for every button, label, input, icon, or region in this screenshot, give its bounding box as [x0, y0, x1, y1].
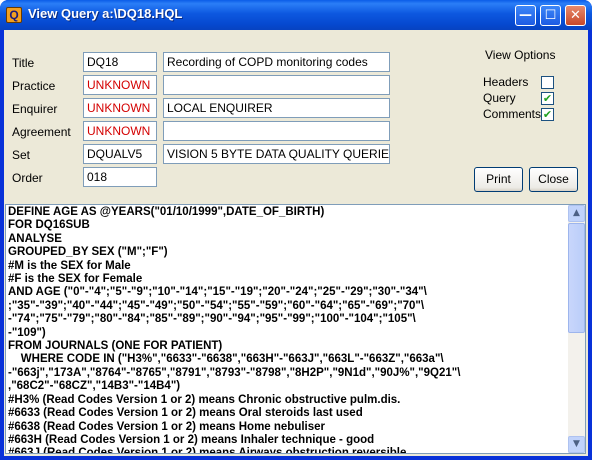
title-description-field[interactable]: Recording of COPD monitoring codes — [163, 52, 390, 72]
query-line: #663H (Read Codes Version 1 or 2) means … — [8, 433, 375, 446]
query-line: FROM JOURNALS (ONE FOR PATIENT) — [8, 340, 223, 353]
query-checkbox[interactable]: ✔ — [541, 92, 554, 105]
agreement-code-field[interactable]: UNKNOWN — [83, 121, 157, 141]
headers-checkbox[interactable] — [541, 76, 554, 89]
query-text: DEFINE AGE AS @YEARS("01/10/1999",DATE_O… — [8, 206, 564, 454]
scroll-down-icon[interactable]: ▼ — [568, 436, 585, 453]
view-options-heading: View Options — [485, 48, 556, 62]
scroll-up-icon[interactable]: ▲ — [568, 205, 585, 222]
maximize-button[interactable]: ☐ — [540, 5, 561, 26]
minimize-button[interactable]: — — [515, 5, 536, 26]
query-text-area[interactable]: DEFINE AGE AS @YEARS("01/10/1999",DATE_O… — [5, 204, 586, 454]
set-label: Set — [12, 148, 31, 162]
agreement-description-field[interactable] — [163, 121, 390, 141]
query-line: DEFINE AGE AS @YEARS("01/10/1999",DATE_O… — [8, 206, 325, 218]
query-line: WHERE CODE IN ("H3%","6633"-"6638","663H… — [8, 353, 444, 366]
query-line: #M is the SEX for Male — [8, 259, 131, 272]
set-description-field[interactable]: VISION 5 BYTE DATA QUALITY QUERIES — [163, 144, 390, 164]
query-option-label: Query — [483, 91, 516, 105]
query-line: ANALYSE — [8, 232, 62, 245]
query-line: #663J (Read Codes Version 1 or 2) means … — [8, 447, 407, 454]
close-window-button[interactable]: ✕ — [565, 5, 586, 26]
vertical-scrollbar[interactable]: ▲ ▼ — [568, 205, 585, 453]
dialog-body: Title Practice Enquirer Agreement Set Or… — [4, 30, 588, 456]
query-line: ;"35"-"39";"40"-"44";"45"-"49";"50"-"54"… — [8, 299, 425, 312]
order-field[interactable]: 018 — [83, 167, 157, 187]
checkmark-icon: ✔ — [542, 108, 553, 121]
comments-option-label: Comments — [483, 107, 542, 121]
query-line: AND AGE ("0"-"4";"5"-"9";"10"-"14";"15"-… — [8, 286, 427, 299]
practice-code-field[interactable]: UNKNOWN — [83, 75, 157, 95]
query-line: ,"68C2"-"68CZ","14B3"-"14B4") — [8, 380, 181, 393]
title-bar[interactable]: Q View Query a:\DQ18.HQL — ☐ ✕ — [0, 0, 592, 30]
query-line: #6638 (Read Codes Version 1 or 2) means … — [8, 420, 326, 433]
query-line: FOR DQ16SUB — [8, 219, 90, 232]
practice-label: Practice — [12, 79, 56, 93]
query-line: #6633 (Read Codes Version 1 or 2) means … — [8, 407, 363, 420]
checkmark-icon: ✔ — [542, 92, 553, 105]
comments-checkbox[interactable]: ✔ — [541, 108, 554, 121]
print-button[interactable]: Print — [474, 167, 523, 192]
practice-description-field[interactable] — [163, 75, 390, 95]
title-label: Title — [12, 56, 35, 70]
set-code-field[interactable]: DQUALV5 — [83, 144, 157, 164]
agreement-label: Agreement — [12, 125, 71, 139]
close-button[interactable]: Close — [529, 167, 578, 192]
order-label: Order — [12, 171, 43, 185]
enquirer-description-field[interactable]: LOCAL ENQUIRER — [163, 98, 390, 118]
query-line: #F is the SEX for Female — [8, 273, 143, 286]
title-code-field[interactable]: DQ18 — [83, 52, 157, 72]
query-line: -"74";"75"-"79";"80"-"84";"85"-"89";"90"… — [8, 313, 416, 326]
scroll-thumb[interactable] — [568, 223, 585, 333]
query-line: -"109") — [8, 326, 46, 339]
view-query-window: Q View Query a:\DQ18.HQL — ☐ ✕ Title Pra… — [0, 0, 592, 460]
enquirer-label: Enquirer — [12, 102, 58, 116]
query-line: -"663j","173A","8764"-"8765","8791","879… — [8, 366, 461, 379]
window-title: View Query a:\DQ18.HQL — [28, 6, 183, 21]
enquirer-code-field[interactable]: UNKNOWN — [83, 98, 157, 118]
query-line: GROUPED_BY SEX ("M";"F") — [8, 246, 168, 259]
app-icon[interactable]: Q — [6, 7, 22, 23]
headers-option-label: Headers — [483, 75, 529, 89]
query-line: #H3% (Read Codes Version 1 or 2) means C… — [8, 393, 401, 406]
